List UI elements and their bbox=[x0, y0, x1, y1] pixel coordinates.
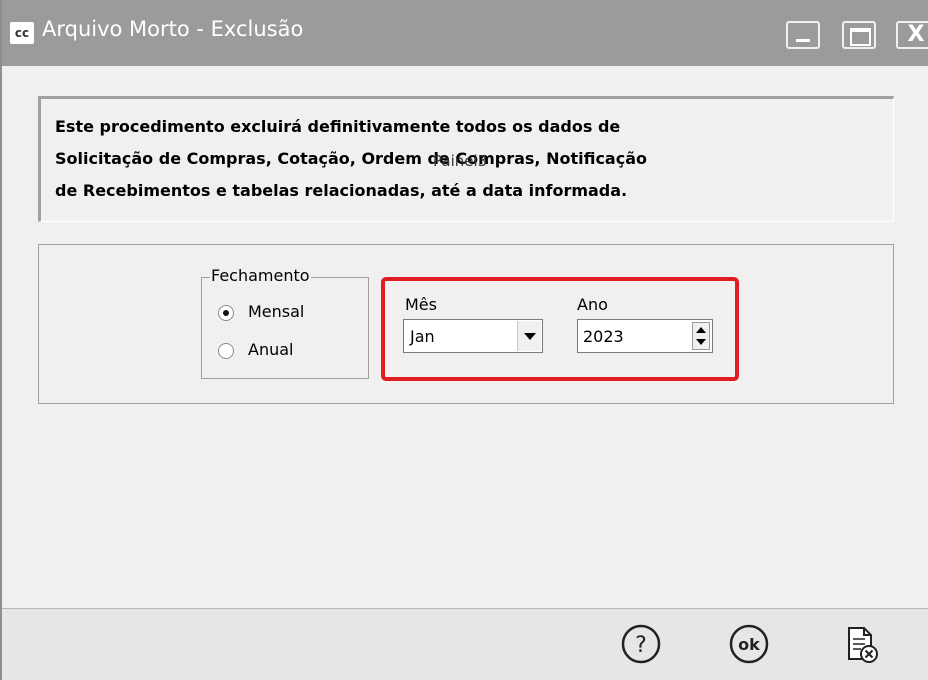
ano-spinner[interactable]: 2023 bbox=[577, 319, 713, 353]
maximize-button[interactable] bbox=[842, 21, 876, 49]
svg-text:?: ? bbox=[635, 633, 647, 658]
app-icon: cc bbox=[10, 22, 34, 44]
close-button[interactable]: X bbox=[896, 21, 928, 49]
mes-select[interactable]: Jan bbox=[403, 319, 543, 353]
fechamento-legend: Fechamento bbox=[210, 266, 311, 285]
window-title: Arquivo Morto - Exclusão bbox=[42, 17, 304, 41]
radio-label-mensal: Mensal bbox=[248, 302, 305, 321]
period-highlight-box: Mês Ano Jan 2023 bbox=[381, 277, 739, 381]
minimize-button[interactable] bbox=[786, 21, 820, 49]
radio-button-checked[interactable] bbox=[218, 305, 234, 321]
panel-overlay-label: Painel3 bbox=[433, 152, 488, 170]
help-icon: ? bbox=[621, 624, 661, 664]
spin-down-icon[interactable] bbox=[695, 336, 707, 348]
spin-up-icon[interactable] bbox=[695, 324, 707, 336]
cancel-button[interactable] bbox=[840, 623, 882, 665]
title-bar[interactable]: cc Arquivo Morto - Exclusão X bbox=[2, 0, 928, 66]
ok-icon: ok bbox=[729, 624, 769, 664]
fechamento-group: Fechamento Mensal Anual bbox=[201, 266, 369, 379]
chevron-down-icon[interactable] bbox=[517, 321, 541, 351]
options-panel: Fechamento Mensal Anual Mês Ano Jan 2023 bbox=[38, 244, 894, 404]
svg-text:ok: ok bbox=[738, 635, 760, 654]
dialog-content: Este procedimento excluirá definitivamen… bbox=[2, 66, 928, 608]
mes-select-value: Jan bbox=[410, 327, 435, 346]
spin-buttons bbox=[692, 322, 710, 350]
cancel-document-icon bbox=[848, 627, 878, 663]
ano-label: Ano bbox=[577, 295, 608, 314]
info-line-1: Este procedimento excluirá definitivamen… bbox=[55, 117, 621, 136]
info-line-2: Solicitação de Compras, Cotação, Ordem d… bbox=[55, 149, 647, 168]
footer-toolbar: ? ok bbox=[2, 608, 928, 680]
dialog-window: cc Arquivo Morto - Exclusão X Este proce… bbox=[0, 0, 928, 680]
ok-button[interactable]: ok bbox=[728, 623, 770, 665]
ano-spinner-value[interactable]: 2023 bbox=[583, 327, 624, 346]
mes-label: Mês bbox=[405, 295, 437, 314]
radio-button-unchecked[interactable] bbox=[218, 343, 234, 359]
radio-label-anual: Anual bbox=[248, 340, 294, 359]
info-line-3: de Recebimentos e tabelas relacionadas, … bbox=[55, 181, 628, 200]
info-message-box: Este procedimento excluirá definitivamen… bbox=[38, 96, 894, 222]
help-button[interactable]: ? bbox=[620, 623, 662, 665]
